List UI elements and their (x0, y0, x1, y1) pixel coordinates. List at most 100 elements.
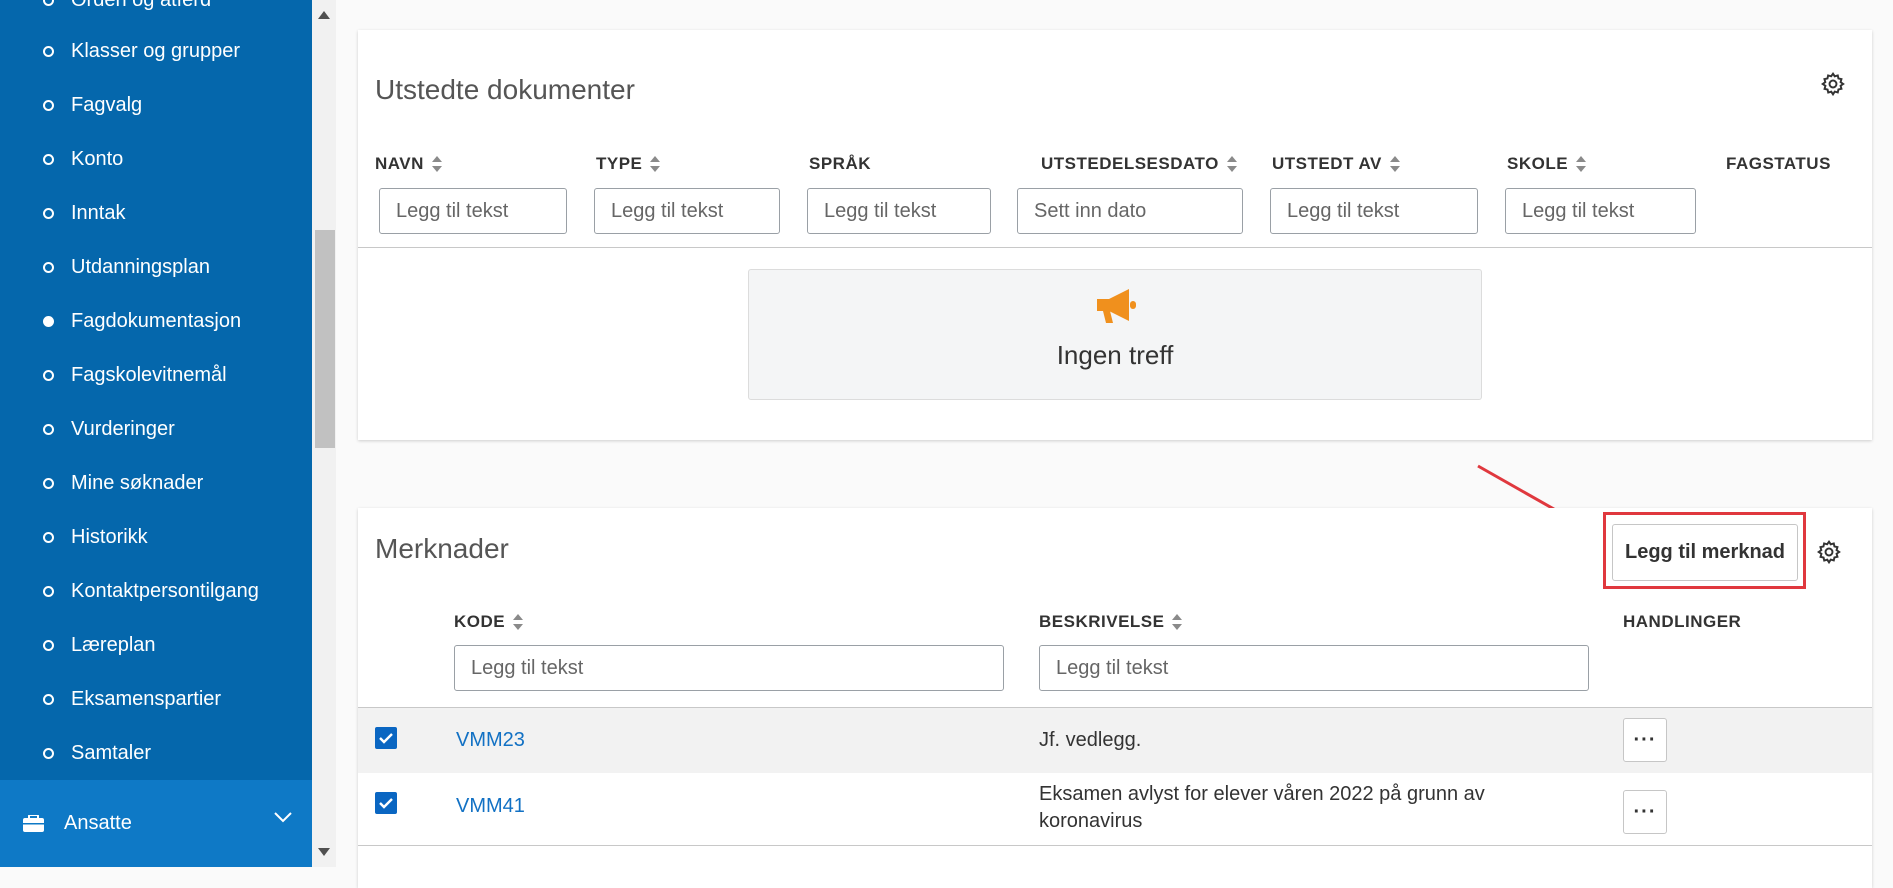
column-header-label: UTSTEDT AV (1272, 154, 1382, 173)
column-header-label: BESKRIVELSE (1039, 612, 1165, 631)
sidebar-item-label: Fagskolevitnemål (71, 363, 227, 386)
filter-kode-input[interactable] (454, 645, 1004, 691)
gear-icon[interactable] (1816, 539, 1842, 565)
filter-skole-input[interactable] (1505, 188, 1696, 234)
filter-sprak-input[interactable] (807, 188, 991, 234)
radio-dot-filled-icon (43, 315, 54, 327)
sidebar-section-label: Ansatte (64, 812, 132, 834)
note-description: Eksamen avlyst for elever våren 2022 på … (1039, 783, 1485, 832)
sidebar-item-label: Fagdokumentasjon (71, 309, 242, 332)
sidebar-item-label: Fagvalg (71, 93, 143, 116)
sidebar-item-label: Samtaler (71, 741, 152, 764)
sidebar-item-label: Kontaktpersontilgang (71, 579, 259, 602)
scroll-down-arrow-icon[interactable] (318, 848, 330, 856)
checkmark-icon (379, 797, 393, 809)
sidebar-item-label: Konto (71, 147, 124, 170)
gear-icon[interactable] (1820, 71, 1846, 97)
megaphone-icon (1097, 289, 1136, 323)
column-header-label: NAVN (375, 154, 424, 173)
table-row: VMM23 Jf. vedlegg. ··· (358, 708, 1872, 773)
radio-dot-icon (43, 261, 54, 273)
sort-icon[interactable] (431, 156, 442, 172)
radio-dot-icon (43, 531, 54, 543)
table-row: VMM41 Eksamen avlyst for elever våren 20… (358, 773, 1872, 846)
row-checkbox[interactable] (375, 792, 397, 814)
sidebar-item-fagdokumentasjon[interactable]: Fagdokumentasjon (0, 294, 312, 348)
more-actions-button[interactable]: ··· (1623, 718, 1667, 762)
sidebar-item-label: Inntak (71, 201, 126, 224)
scroll-up-arrow-icon[interactable] (318, 11, 330, 19)
note-code-link[interactable]: VMM23 (456, 729, 525, 752)
column-header-label: HANDLINGER (1623, 612, 1742, 631)
sidebar-item-konto[interactable]: Konto (0, 132, 312, 186)
radio-dot-icon (43, 369, 54, 381)
radio-dot-icon (43, 639, 54, 651)
sidebar-item-label: Mine søknader (71, 471, 204, 494)
sidebar-item-label: Klasser og grupper (71, 39, 240, 62)
column-header-label: UTSTEDELSESDATO (1041, 154, 1219, 173)
issued-documents-card: Utstedte dokumenter NAVN TYPE SPRÅK UTST… (358, 30, 1872, 440)
checkmark-icon (379, 732, 393, 744)
sidebar-item-historikk[interactable]: Historikk (0, 510, 312, 564)
sidebar-section-ansatte[interactable]: Ansatte (0, 780, 312, 867)
notes-card: Merknader Legg til merknad KODE BESKRIVE… (358, 508, 1872, 888)
column-header-type[interactable]: TYPE (596, 154, 661, 174)
sidebar-item-orden-og-atferd[interactable]: Orden og atferd (0, 0, 312, 27)
sidebar-item-eksamenspartier[interactable]: Eksamenspartier (0, 672, 312, 726)
column-header-fagstatus: FAGSTATUS (1726, 154, 1831, 174)
radio-dot-icon (43, 99, 54, 111)
column-header-beskrivelse[interactable]: BESKRIVELSE (1039, 612, 1183, 632)
filter-utstedelsesdato-input[interactable] (1017, 188, 1243, 234)
add-note-button[interactable]: Legg til merknad (1612, 524, 1798, 581)
sort-icon[interactable] (650, 156, 661, 172)
sort-icon[interactable] (1389, 156, 1400, 172)
filter-navn-input[interactable] (379, 188, 567, 234)
radio-dot-icon (43, 207, 54, 219)
sidebar-item-label: Utdanningsplan (71, 255, 210, 278)
column-header-label: TYPE (596, 154, 643, 173)
sort-icon[interactable] (1576, 156, 1587, 172)
sort-icon[interactable] (1172, 614, 1183, 630)
sidebar-item-kontaktpersontilgang[interactable]: Kontaktpersontilgang (0, 564, 312, 618)
sort-icon[interactable] (1226, 156, 1237, 172)
scrollbar[interactable] (312, 0, 336, 867)
column-header-label: FAGSTATUS (1726, 154, 1831, 173)
empty-state: Ingen treff (748, 269, 1482, 400)
chevron-down-icon (274, 812, 292, 823)
issued-documents-title: Utstedte dokumenter (375, 74, 635, 105)
column-header-kode[interactable]: KODE (454, 612, 524, 632)
radio-dot-icon (43, 45, 54, 57)
row-checkbox[interactable] (375, 727, 397, 749)
column-header-label: KODE (454, 612, 506, 631)
note-description: Jf. vedlegg. (1039, 729, 1142, 751)
sidebar-item-mine-soknader[interactable]: Mine søknader (0, 456, 312, 510)
radio-dot-icon (43, 423, 54, 435)
sidebar-item-label: Vurderinger (71, 417, 175, 440)
radio-dot-icon (43, 747, 54, 759)
sidebar-item-vurderinger[interactable]: Vurderinger (0, 402, 312, 456)
briefcase-icon (23, 815, 44, 832)
radio-dot-icon (43, 585, 54, 597)
filter-utstedt-av-input[interactable] (1270, 188, 1478, 234)
filter-type-input[interactable] (594, 188, 780, 234)
sidebar-item-laereplan[interactable]: Læreplan (0, 618, 312, 672)
column-header-skole[interactable]: SKOLE (1507, 154, 1587, 174)
column-header-utstedt-av[interactable]: UTSTEDT AV (1272, 154, 1400, 174)
column-header-navn[interactable]: NAVN (375, 154, 442, 174)
notes-title: Merknader (375, 533, 509, 564)
column-header-utstedelsesdato[interactable]: UTSTEDELSESDATO (1041, 154, 1237, 174)
note-code-link[interactable]: VMM41 (456, 795, 525, 818)
sidebar-item-samtaler[interactable]: Samtaler (0, 726, 312, 780)
radio-dot-icon (43, 153, 54, 165)
sidebar-item-utdanningsplan[interactable]: Utdanningsplan (0, 240, 312, 294)
sidebar-item-inntak[interactable]: Inntak (0, 186, 312, 240)
sort-icon[interactable] (513, 614, 524, 630)
sidebar-item-fagskolevitnemal[interactable]: Fagskolevitnemål (0, 348, 312, 402)
sidebar-item-label: Orden og atferd (71, 0, 211, 12)
sidebar: Orden og atferd Klasser og grupper Fagva… (0, 0, 312, 867)
more-actions-button[interactable]: ··· (1623, 790, 1667, 834)
scrollbar-thumb[interactable] (315, 230, 335, 448)
sidebar-item-fagvalg[interactable]: Fagvalg (0, 78, 312, 132)
filter-beskrivelse-input[interactable] (1039, 645, 1589, 691)
sidebar-item-klasser-og-grupper[interactable]: Klasser og grupper (0, 24, 312, 78)
